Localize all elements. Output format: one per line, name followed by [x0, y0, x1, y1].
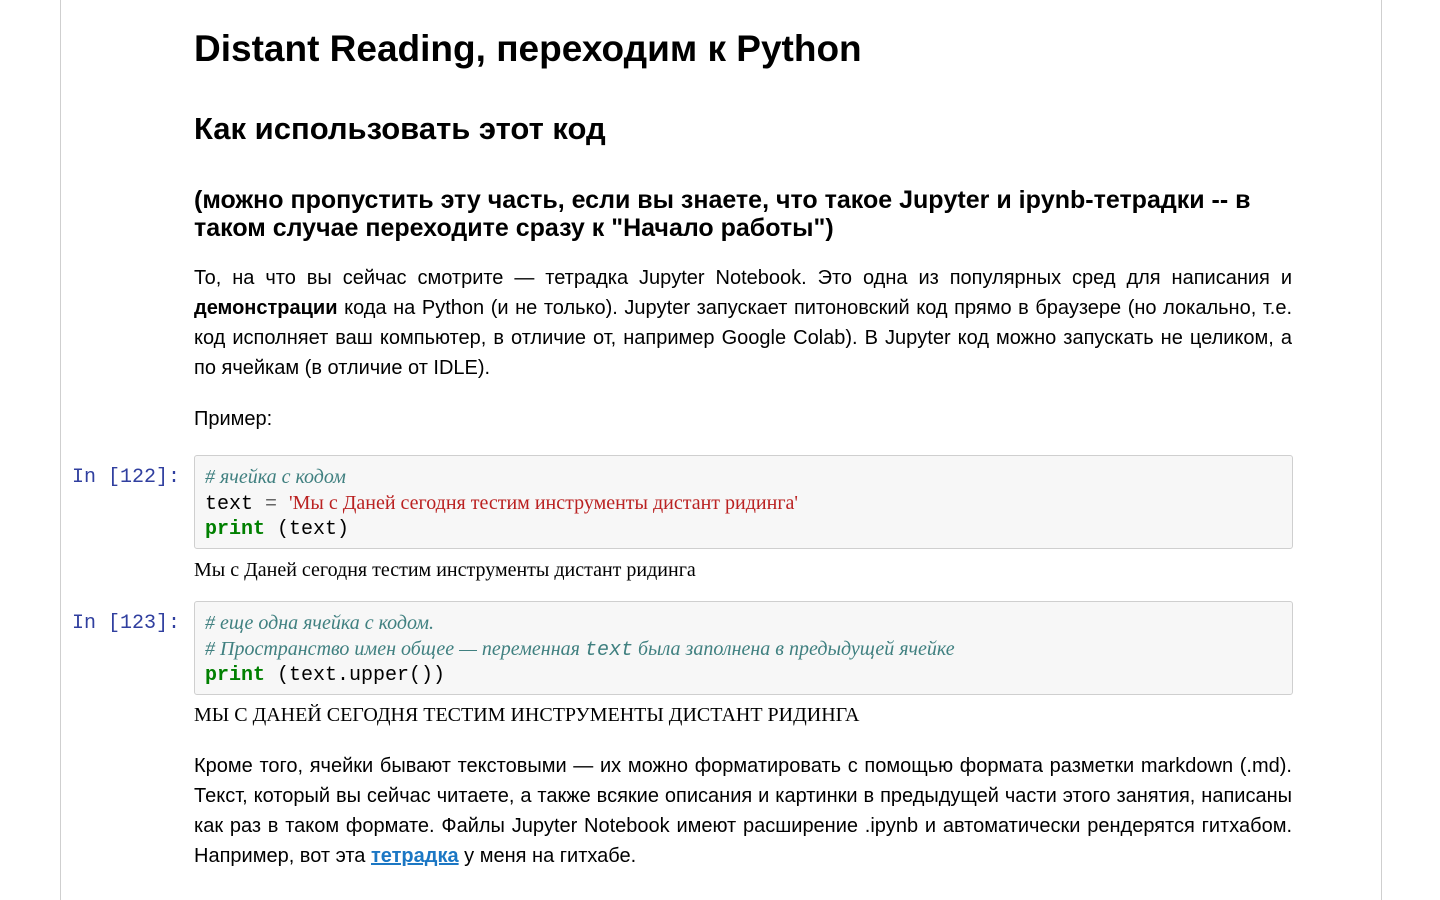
example-label: Пример: [194, 408, 273, 430]
code-keyword: print [205, 518, 266, 541]
cell-prompt: In [122]: [72, 466, 181, 489]
outro-text-2: у меня на гитхабе. [458, 845, 637, 867]
cell-output: Мы с Даней сегодня тестим инструменты ди… [194, 559, 696, 581]
code-comment: # еще одна ячейка с кодом. [205, 612, 435, 634]
code-string: 'Мы с Даней сегодня тестим инструменты д… [289, 492, 799, 514]
subsection-heading: (можно пропустить эту часть, если вы зна… [194, 186, 1251, 242]
intro-text-1: То, на что вы сейчас смотрите — тетрадка… [194, 267, 1292, 289]
code-call: (text.upper()) [265, 664, 446, 687]
section-heading: Как использовать этот код [194, 111, 606, 146]
code-comment-var: text [584, 639, 633, 662]
intro-paragraph: То, на что вы сейчас смотрите — тетрадка… [194, 263, 1292, 383]
code-cell[interactable]: # ячейка с кодом text = 'Мы с Даней сего… [194, 455, 1293, 549]
outro-paragraph: Кроме того, ячейки бывают текстовыми — и… [194, 751, 1292, 871]
code-variable: text [205, 493, 254, 516]
code-comment: была заполнена в предыдущей ячейке [632, 638, 955, 660]
cell-prompt: In [123]: [72, 612, 181, 635]
cell-output: МЫ С ДАНЕЙ СЕГОДНЯ ТЕСТИМ ИНСТРУМЕНТЫ ДИ… [194, 704, 860, 726]
notebook-link[interactable]: тетрадка [371, 845, 459, 867]
code-comment: # ячейка с кодом [205, 466, 346, 488]
code-call: (text) [265, 518, 350, 541]
intro-bold-text: демонстрации [194, 297, 338, 319]
notebook-page: Distant Reading, переходим к Python Как … [60, 0, 1382, 900]
code-keyword: print [205, 664, 266, 687]
page-title: Distant Reading, переходим к Python [194, 28, 862, 69]
outro-text-1: Кроме того, ячейки бывают текстовыми — и… [194, 755, 1292, 867]
intro-text-2: кода на Python (и не только). Jupyter за… [194, 297, 1292, 379]
code-comment: # Пространство имен общее — переменная [205, 638, 585, 660]
code-cell[interactable]: # еще одна ячейка с кодом. # Пространств… [194, 601, 1293, 695]
code-operator: = [253, 493, 290, 516]
